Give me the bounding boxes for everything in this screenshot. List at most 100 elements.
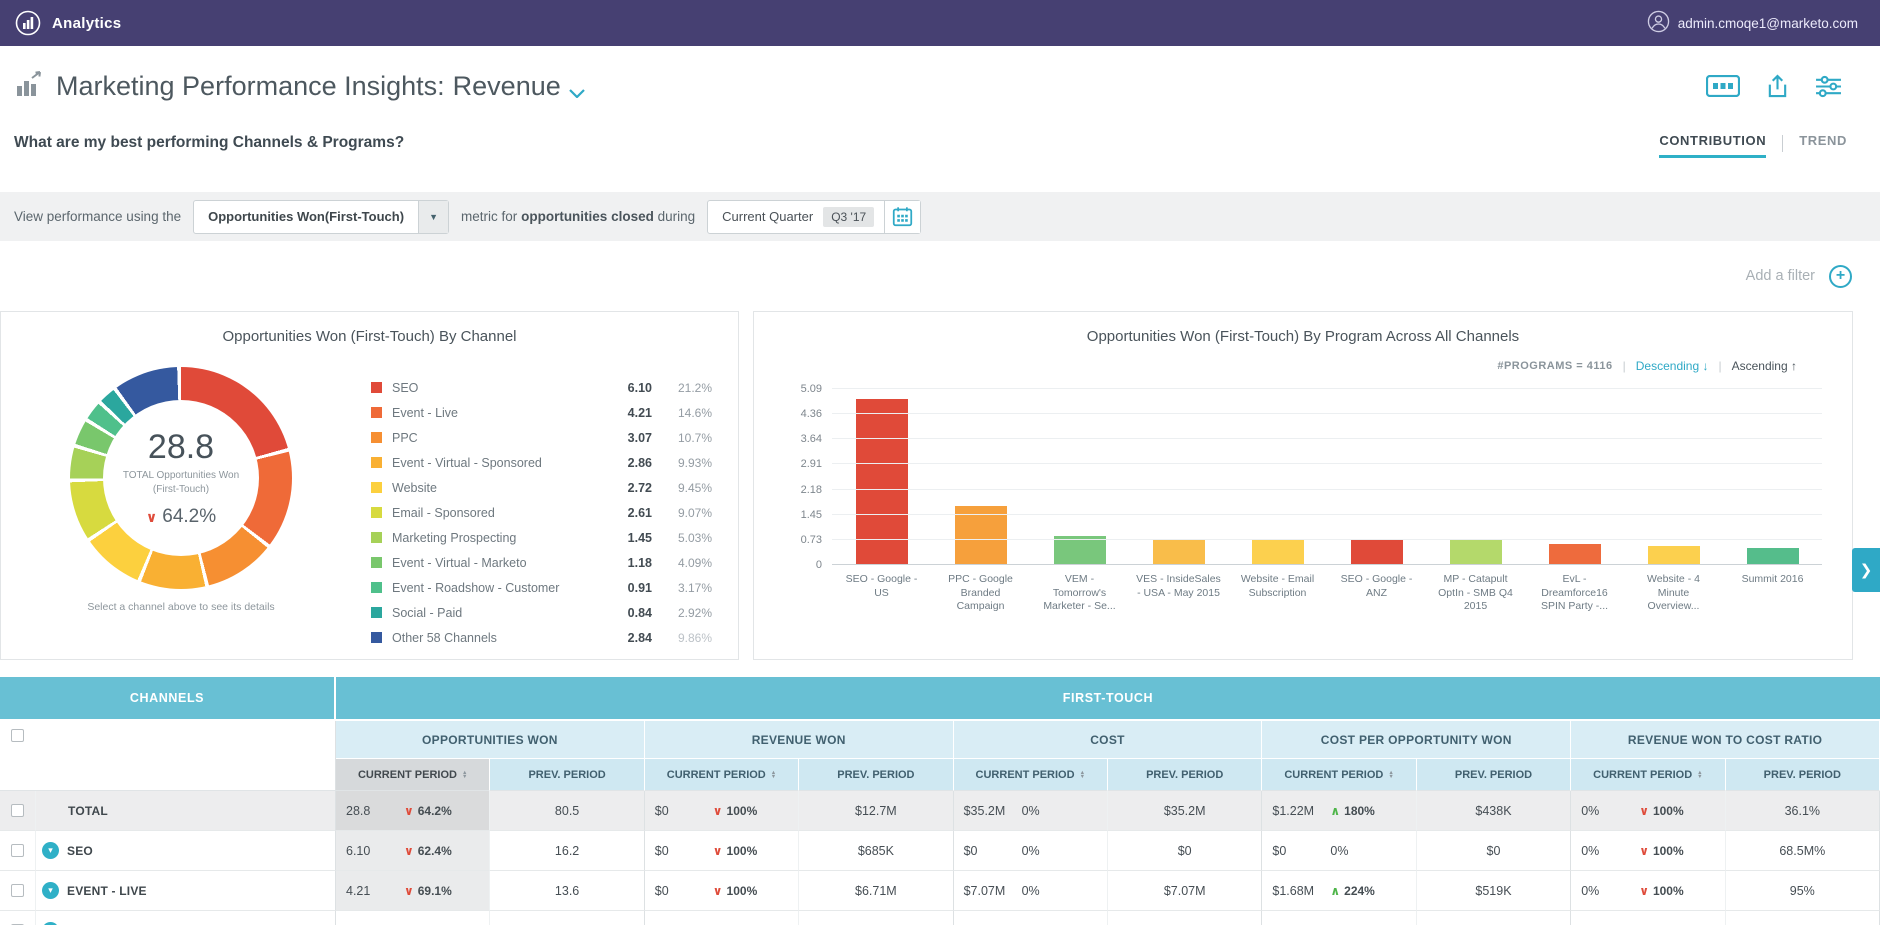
prev-period-header[interactable]: PREV. PERIOD xyxy=(799,759,954,791)
expand-circle-icon[interactable]: ▾ xyxy=(42,882,59,899)
sort-arrows-icon[interactable]: ▲ ▼ xyxy=(1388,770,1393,780)
plus-circle-icon[interactable]: + xyxy=(1829,264,1852,288)
legend-pct: 21.2% xyxy=(677,380,712,395)
legend-item[interactable]: SEO 6.10 21.2% xyxy=(371,375,712,400)
prev-period-header[interactable]: PREV. PERIOD xyxy=(1107,759,1263,791)
bar[interactable] xyxy=(1251,539,1304,565)
calendar-icon[interactable] xyxy=(884,200,921,233)
metric-delta: 0% xyxy=(1330,844,1348,858)
legend-item[interactable]: Other 58 Channels 2.84 9.86% xyxy=(371,625,712,650)
current-period-header[interactable]: CURRENT PERIOD ▲ ▼ xyxy=(1262,759,1417,791)
row-checkbox[interactable] xyxy=(11,804,24,817)
legend-item[interactable]: Event - Virtual - Sponsored 2.86 9.93% xyxy=(371,450,712,475)
metric-delta: ∨ 100% xyxy=(713,804,757,818)
legend-item[interactable]: Website 2.72 9.45% xyxy=(371,475,712,500)
row-label: TOTAL xyxy=(68,803,108,818)
donut-chart[interactable]: 28.8 TOTAL Opportunities Won (First-Touc… xyxy=(70,367,292,589)
delta-down-chevron: ∨ xyxy=(712,883,723,898)
y-tick-label: 0.73 xyxy=(800,533,822,546)
select-all-checkbox[interactable] xyxy=(11,729,24,742)
sort-arrows-icon[interactable]: ▲ ▼ xyxy=(771,770,776,780)
legend-swatch xyxy=(371,457,382,468)
chevron-down-icon[interactable] xyxy=(568,74,585,105)
period-chip: Q3 '17 xyxy=(823,206,875,227)
delta-up-chevron: ∧ xyxy=(1330,883,1341,898)
legend-item[interactable]: Event - Live 4.21 14.6% xyxy=(371,400,712,425)
legend-item[interactable]: Marketing Prospecting 1.45 5.03% xyxy=(371,525,712,550)
bar[interactable] xyxy=(1053,535,1106,565)
row-checkbox-cell xyxy=(0,791,36,831)
user-menu[interactable]: admin.cmoqe1@marketo.com xyxy=(1647,10,1858,36)
tab-contribution[interactable]: CONTRIBUTION xyxy=(1659,133,1767,158)
metric-current-cell: 0% ∨ 100% xyxy=(1571,871,1726,911)
legend-swatch xyxy=(371,382,382,393)
metric-prev-cell: $685K xyxy=(799,831,954,871)
meta-divider: | xyxy=(1718,359,1722,373)
sliders-icon[interactable] xyxy=(1815,75,1842,98)
metric-current-cell: 6.10 ∨ 62.4% xyxy=(336,831,491,871)
donut-panel: Opportunities Won (First-Touch) By Chann… xyxy=(0,311,739,660)
metric-value: $0 xyxy=(654,843,669,858)
dropdown-caret-icon[interactable]: ▼ xyxy=(418,200,449,233)
legend-item[interactable]: Email - Sponsored 2.61 9.07% xyxy=(371,500,712,525)
legend-item[interactable]: Social - Paid 0.84 2.92% xyxy=(371,600,712,625)
bar[interactable] xyxy=(1746,547,1799,565)
sort-descending-link[interactable]: Descending ↓ xyxy=(1636,359,1709,373)
export-icon[interactable] xyxy=(1766,73,1789,99)
bar[interactable] xyxy=(1647,545,1700,565)
metric-delta: ∨ 100% xyxy=(1639,804,1683,818)
legend-value: 0.84 xyxy=(627,605,652,620)
metric-value: 95% xyxy=(1789,883,1815,898)
y-tick-label: 1.45 xyxy=(800,508,822,521)
current-period-header[interactable]: CURRENT PERIOD ▲ ▼ xyxy=(644,759,800,791)
bar[interactable] xyxy=(1350,539,1403,565)
bar[interactable] xyxy=(1449,540,1502,565)
legend-pct: 9.45% xyxy=(677,480,712,495)
bar-meta: #PROGRAMS = 4116 | Descending ↓ | Ascend… xyxy=(754,359,1797,373)
current-period-header[interactable]: CURRENT PERIOD ▲ ▼ xyxy=(1571,759,1726,791)
donut-footnote: Select a channel above to see its detail… xyxy=(87,601,275,613)
gridline: 3.64 xyxy=(801,433,1822,445)
select-all-cell xyxy=(0,721,336,791)
period-selector[interactable]: Current Quarter Q3 '17 xyxy=(707,199,922,234)
bar-label: Website - Email Subscription xyxy=(1240,573,1315,599)
legend-swatch xyxy=(371,432,382,443)
sort-arrows-icon[interactable]: ▲ ▼ xyxy=(1080,770,1085,780)
metric-value: $0 xyxy=(963,843,978,858)
sort-arrows-icon[interactable]: ▲ ▼ xyxy=(1697,770,1702,780)
metric-value: $35.2M xyxy=(1163,803,1206,818)
legend-item[interactable]: PPC 3.07 10.7% xyxy=(371,425,712,450)
donut-center: 28.8 TOTAL Opportunities Won (First-Touc… xyxy=(103,400,259,556)
user-avatar-icon xyxy=(1647,10,1670,36)
metric-delta: ∨ 69.1% xyxy=(404,884,452,898)
bar[interactable] xyxy=(1152,539,1205,565)
delta-value: 69.1% xyxy=(417,883,452,898)
metric-current-cell: $0 0% xyxy=(1262,831,1417,871)
legend-item[interactable]: Event - Virtual - Marketo 1.18 4.09% xyxy=(371,550,712,575)
metric-value: $7.07M xyxy=(1163,883,1206,898)
bar[interactable] xyxy=(855,399,908,565)
row-checkbox[interactable] xyxy=(11,844,24,857)
prev-period-header[interactable]: PREV. PERIOD xyxy=(1725,759,1880,791)
sort-ascending-link[interactable]: Ascending ↑ xyxy=(1732,359,1797,373)
sort-arrows-icon[interactable]: ▲ ▼ xyxy=(462,770,467,780)
row-checkbox[interactable] xyxy=(11,884,24,897)
scroll-right-chevron-icon[interactable]: ❯ xyxy=(1852,548,1880,592)
metric-value: 6.10 xyxy=(346,843,371,858)
metric-dropdown[interactable]: Opportunities Won(First-Touch) ▼ xyxy=(193,199,450,234)
legend-item[interactable]: Event - Roadshow - Customer 0.91 3.17% xyxy=(371,575,712,600)
tab-trend[interactable]: TREND xyxy=(1799,133,1847,154)
delta-value: 100% xyxy=(726,843,758,858)
prev-period-header[interactable]: PREV. PERIOD xyxy=(1416,759,1572,791)
expand-circle-icon[interactable]: ▾ xyxy=(42,842,59,859)
metric-current-cell xyxy=(644,911,800,925)
bar[interactable] xyxy=(1548,543,1601,565)
current-period-header[interactable]: CURRENT PERIOD ▲ ▼ xyxy=(336,759,491,791)
metric-value: 16.2 xyxy=(554,843,580,858)
prev-period-header[interactable]: PREV. PERIOD xyxy=(490,759,645,791)
metric-prev-cell xyxy=(1107,911,1263,925)
card-view-icon[interactable] xyxy=(1706,75,1740,97)
current-period-header[interactable]: CURRENT PERIOD ▲ ▼ xyxy=(953,759,1108,791)
metric-delta: ∨ 100% xyxy=(1639,884,1683,898)
legend-value: 2.84 xyxy=(627,630,652,645)
